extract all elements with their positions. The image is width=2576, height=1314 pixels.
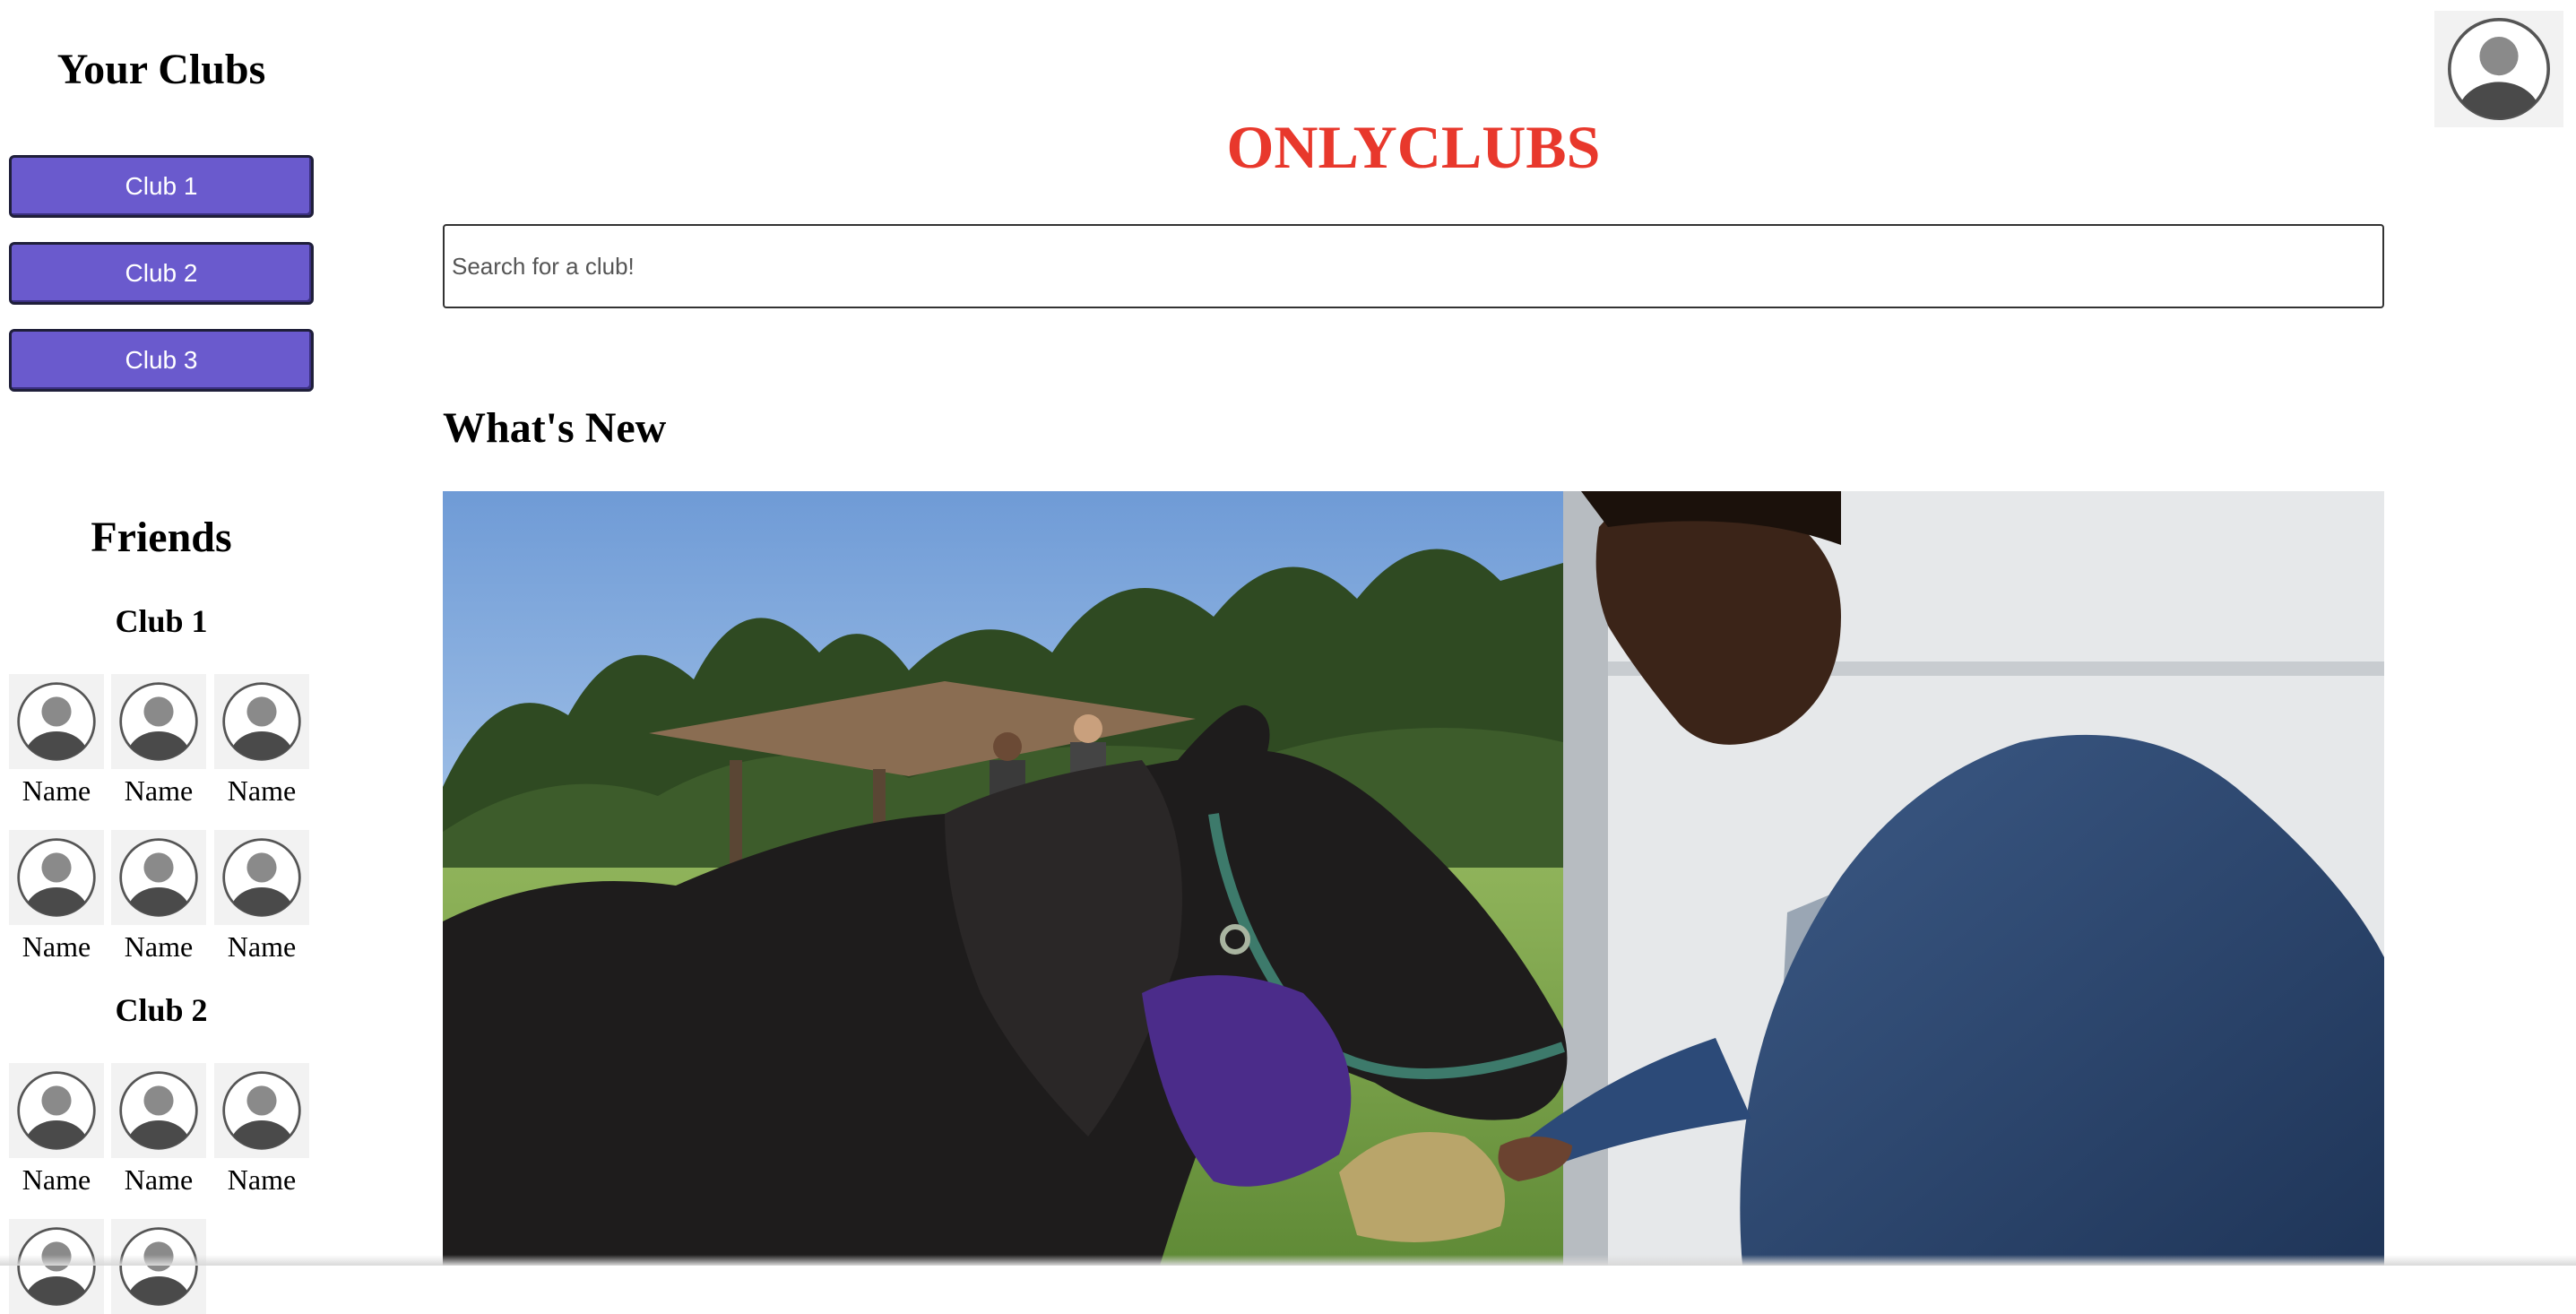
friend-item[interactable]: Name [214, 830, 309, 961]
user-avatar-icon [214, 830, 309, 925]
friend-item[interactable]: Name [214, 1063, 309, 1194]
club-button-3[interactable]: Club 3 [9, 329, 314, 392]
user-avatar-icon [214, 674, 309, 769]
friend-name: Name [227, 774, 297, 807]
user-avatar-icon [111, 674, 206, 769]
friend-name: Name [22, 930, 91, 963]
friend-item[interactable]: Name [9, 1063, 104, 1194]
user-avatar-icon [111, 830, 206, 925]
user-avatar-icon [9, 1219, 104, 1314]
friend-item[interactable] [9, 1219, 104, 1314]
friend-name: Name [22, 774, 91, 807]
friend-item[interactable]: Name [111, 674, 206, 805]
brand-title: ONLYCLUBS [1226, 113, 1601, 181]
club-button-2[interactable]: Club 2 [9, 242, 314, 305]
friend-name: Name [227, 930, 297, 963]
profile-avatar-button[interactable] [2434, 11, 2563, 127]
whats-new-heading: What's New [443, 404, 667, 452]
friend-name: Name [124, 774, 194, 807]
user-avatar-icon [9, 674, 104, 769]
friends-group-title: Club 2 [115, 992, 208, 1028]
user-avatar-icon [111, 1219, 206, 1314]
sidebar: Your Clubs Club 1 Club 2 Club 3 Friends … [0, 0, 323, 1314]
user-avatar-icon [214, 1063, 309, 1158]
feed-photo [443, 491, 2384, 1266]
your-clubs-heading: Your Clubs [56, 46, 266, 93]
friend-item[interactable]: Name [9, 674, 104, 805]
window-bottom-edge [0, 1255, 2576, 1266]
user-avatar-icon [2445, 15, 2553, 123]
user-avatar-icon [9, 1063, 104, 1158]
friend-item[interactable] [111, 1219, 206, 1314]
friend-name: Name [227, 1163, 297, 1196]
friend-item[interactable]: Name [111, 1063, 206, 1194]
friend-item[interactable]: Name [214, 674, 309, 805]
friends-heading: Friends [91, 514, 232, 561]
friend-item[interactable]: Name [111, 830, 206, 961]
friend-name: Name [124, 930, 194, 963]
friend-name: Name [124, 1163, 194, 1196]
friend-name: Name [22, 1163, 91, 1196]
main-content: ONLYCLUBS What's New [443, 0, 2384, 1266]
search-input[interactable] [443, 224, 2384, 308]
user-avatar-icon [9, 830, 104, 925]
friends-group-title: Club 1 [115, 603, 208, 639]
club-button-1[interactable]: Club 1 [9, 155, 314, 218]
friend-item[interactable]: Name [9, 830, 104, 961]
user-avatar-icon [111, 1063, 206, 1158]
